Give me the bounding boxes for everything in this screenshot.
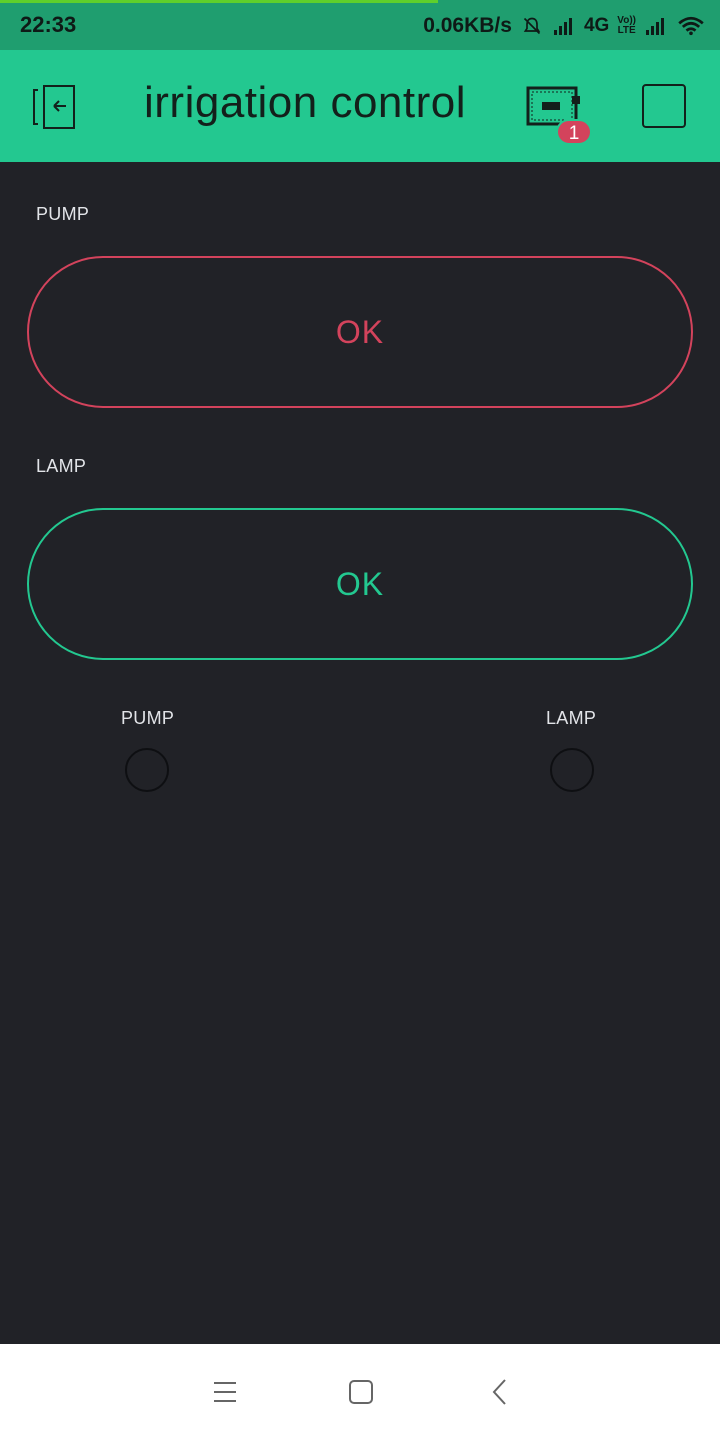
signal-icon [646, 18, 664, 35]
back-icon [33, 85, 75, 129]
pump-button[interactable]: OK [27, 256, 693, 408]
status-bar: 22:33 0.06KB/s 4G Vo)) LTE [0, 0, 720, 50]
lamp-button-label: LAMP [36, 456, 87, 476]
menu-icon [214, 1382, 236, 1402]
page-title: irrigation control [144, 78, 467, 127]
wifi-icon [678, 16, 704, 36]
home-icon [349, 1380, 373, 1404]
network-type: 4G [583, 15, 610, 36]
lamp-button[interactable]: OK [27, 508, 693, 660]
navigation-bar [0, 1344, 720, 1440]
stop-button[interactable] [642, 84, 686, 128]
pump-led [125, 748, 169, 792]
app-bar: irrigation control 1 [0, 50, 720, 162]
signal-icon [553, 18, 572, 35]
status-time: 22:33 [20, 12, 77, 37]
net-speed: 0.06KB/s [423, 14, 512, 37]
exit-button[interactable] [30, 80, 82, 132]
mute-icon [523, 17, 541, 35]
home-button[interactable] [341, 1374, 381, 1410]
recents-button[interactable] [205, 1374, 245, 1410]
lamp-led-label: LAMP [546, 708, 597, 728]
loading-indicator [0, 0, 438, 3]
pump-led-label: PUMP [121, 708, 175, 728]
volte-indicator: Vo)) LTE [617, 15, 636, 36]
device-count-badge: 1 [556, 119, 592, 145]
status-icons: 0.06KB/s 4G Vo)) LTE [423, 12, 706, 40]
nav-back-icon [492, 1379, 506, 1405]
back-button[interactable] [480, 1374, 520, 1410]
pump-button-label: PUMP [36, 204, 90, 224]
lamp-led [550, 748, 594, 792]
